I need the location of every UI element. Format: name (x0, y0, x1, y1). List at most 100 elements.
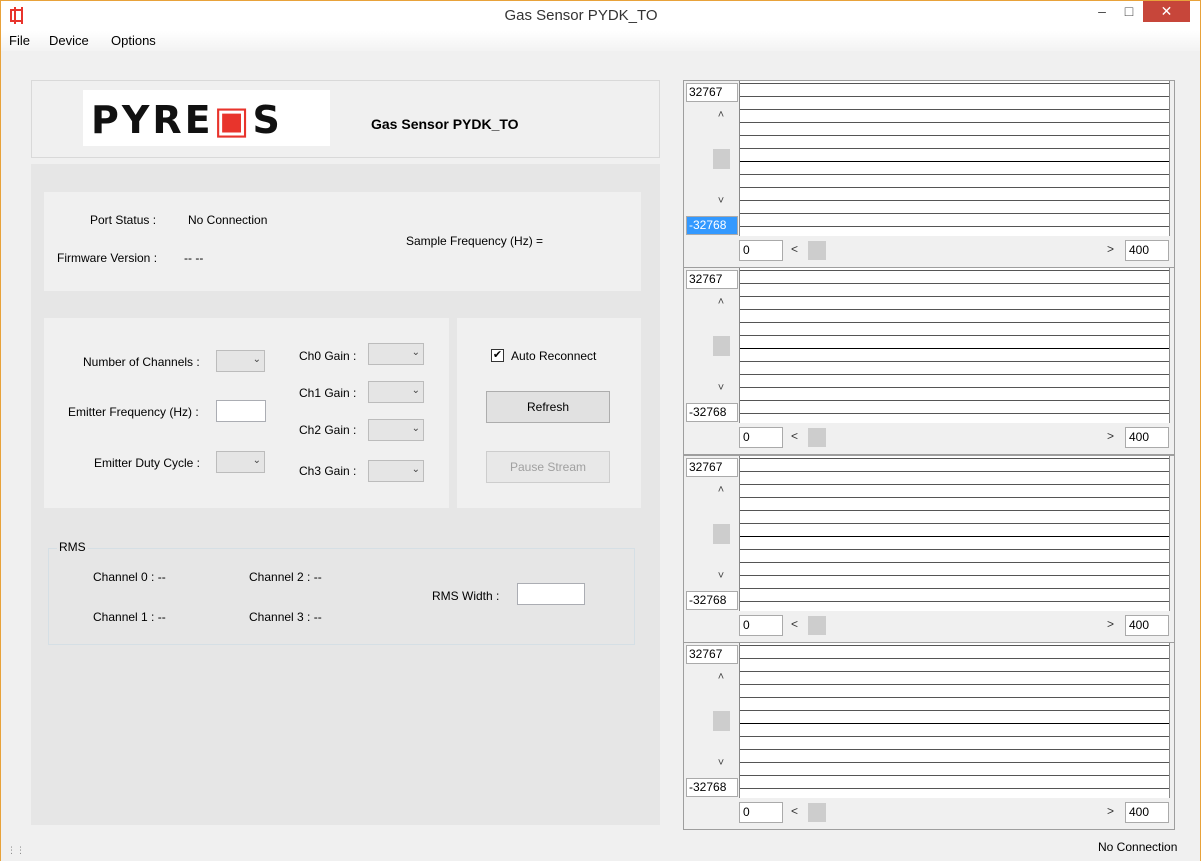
ch1-gain-select[interactable]: ⌄ (368, 381, 424, 403)
y-min-input[interactable]: -32768 (686, 778, 738, 797)
chevron-down-icon: ⌄ (252, 354, 261, 365)
chevron-up-icon[interactable]: ˄ (712, 109, 730, 121)
rms-width-label: RMS Width : (432, 589, 500, 603)
chart-plot-area (739, 643, 1170, 798)
chevron-up-icon[interactable]: ˄ (712, 296, 730, 308)
menu-file[interactable]: File (9, 33, 30, 48)
chevron-left-icon[interactable]: < (791, 804, 798, 818)
y-min-input[interactable]: -32768 (686, 591, 738, 610)
y-min-input[interactable]: -32768 (686, 403, 738, 422)
y-max-input[interactable]: 32767 (686, 645, 738, 664)
chevron-right-icon[interactable]: > (1107, 242, 1114, 256)
scroll-thumb[interactable] (713, 336, 730, 356)
chevron-up-icon[interactable]: ˄ (712, 484, 730, 496)
y-max-input[interactable]: 32767 (686, 270, 738, 289)
chevron-up-icon[interactable]: ˄ (712, 671, 730, 683)
grid-line (740, 697, 1169, 698)
chevron-down-icon: ⌄ (411, 464, 420, 475)
x-max-input[interactable]: 400 (1125, 615, 1169, 636)
scroll-thumb[interactable] (713, 149, 730, 169)
chevron-down-icon[interactable]: ˅ (712, 195, 730, 207)
chevron-down-icon[interactable]: ˅ (712, 570, 730, 582)
chevron-right-icon[interactable]: > (1107, 617, 1114, 631)
grid-line (740, 762, 1169, 763)
emitter-duty-select[interactable]: ⌄ (216, 451, 265, 473)
auto-reconnect-checkbox[interactable]: ✔ (491, 349, 504, 362)
grid-line (740, 575, 1169, 576)
x-min-input[interactable]: 0 (739, 802, 783, 823)
auto-reconnect-label: Auto Reconnect (511, 349, 597, 363)
y-min-input[interactable]: -32768 (686, 216, 738, 235)
x-max-input[interactable]: 400 (1125, 427, 1169, 448)
chevron-down-icon[interactable]: ˅ (712, 757, 730, 769)
y-scrollbar[interactable]: ˄ ˅ (712, 105, 730, 215)
grid-line (740, 497, 1169, 498)
x-max-input[interactable]: 400 (1125, 802, 1169, 823)
x-min-input[interactable]: 0 (739, 427, 783, 448)
scroll-thumb[interactable] (808, 616, 826, 635)
rms-width-input[interactable] (517, 583, 585, 605)
x-scrollbar[interactable]: < > (789, 615, 1119, 636)
close-button[interactable]: ✕ (1143, 1, 1190, 22)
pause-stream-button[interactable]: Pause Stream (486, 451, 610, 483)
chevron-down-icon[interactable]: ˅ (712, 382, 730, 394)
ch0-gain-label: Ch0 Gain : (299, 349, 357, 363)
grid-line (740, 174, 1169, 175)
chevron-right-icon[interactable]: > (1107, 804, 1114, 818)
chart-plot-area (739, 456, 1170, 611)
x-scrollbar[interactable]: < > (789, 427, 1119, 448)
grid-line (740, 161, 1169, 162)
grid-line (740, 200, 1169, 201)
grid-line (740, 749, 1169, 750)
menu-options[interactable]: Options (111, 33, 156, 48)
scroll-thumb[interactable] (713, 524, 730, 544)
title-bar: Gas Sensor PYDK_TO – □ ✕ (1, 1, 1200, 31)
grid-line (740, 122, 1169, 123)
rms-channel0: Channel 0 : -- (93, 570, 166, 584)
grid-line (740, 788, 1169, 789)
scroll-thumb[interactable] (808, 241, 826, 260)
pyreos-logo: PYRE▣S (83, 90, 330, 146)
menu-device[interactable]: Device (49, 33, 89, 48)
ch3-gain-select[interactable]: ⌄ (368, 460, 424, 482)
x-min-input[interactable]: 0 (739, 240, 783, 261)
scroll-thumb[interactable] (808, 428, 826, 447)
port-status-value: No Connection (188, 213, 268, 227)
emitter-duty-label: Emitter Duty Cycle : (94, 456, 201, 470)
x-scrollbar[interactable]: < > (789, 240, 1119, 261)
resize-grip-icon[interactable]: ⋮⋮ (7, 845, 25, 856)
x-scrollbar[interactable]: < > (789, 802, 1119, 823)
grid-line (740, 775, 1169, 776)
grid-line (740, 361, 1169, 362)
grid-line (740, 671, 1169, 672)
y-scrollbar[interactable]: ˄ ˅ (712, 292, 730, 402)
chevron-left-icon[interactable]: < (791, 429, 798, 443)
grid-line (740, 684, 1169, 685)
grid-line (740, 471, 1169, 472)
y-scrollbar[interactable]: ˄ ˅ (712, 480, 730, 590)
status-panel (44, 192, 641, 291)
refresh-button[interactable]: Refresh (486, 391, 610, 423)
chevron-down-icon: ⌄ (252, 455, 261, 466)
num-channels-label: Number of Channels : (83, 355, 200, 369)
scroll-thumb[interactable] (713, 711, 730, 731)
chevron-left-icon[interactable]: < (791, 617, 798, 631)
app-window: Gas Sensor PYDK_TO – □ ✕ File Device Opt… (0, 0, 1201, 861)
chevron-left-icon[interactable]: < (791, 242, 798, 256)
minimize-button[interactable]: – (1089, 1, 1115, 22)
x-min-input[interactable]: 0 (739, 615, 783, 636)
chevron-right-icon[interactable]: > (1107, 429, 1114, 443)
y-scrollbar[interactable]: ˄ ˅ (712, 667, 730, 777)
rms-channel2: Channel 2 : -- (249, 570, 322, 584)
num-channels-select[interactable]: ⌄ (216, 350, 265, 372)
y-max-input[interactable]: 32767 (686, 83, 738, 102)
ch0-gain-select[interactable]: ⌄ (368, 343, 424, 365)
grid-line (740, 549, 1169, 550)
emitter-frequency-input[interactable] (216, 400, 266, 422)
scroll-thumb[interactable] (808, 803, 826, 822)
maximize-button[interactable]: □ (1116, 1, 1142, 22)
x-max-input[interactable]: 400 (1125, 240, 1169, 261)
ch2-gain-select[interactable]: ⌄ (368, 419, 424, 441)
grid-line (740, 109, 1169, 110)
y-max-input[interactable]: 32767 (686, 458, 738, 477)
